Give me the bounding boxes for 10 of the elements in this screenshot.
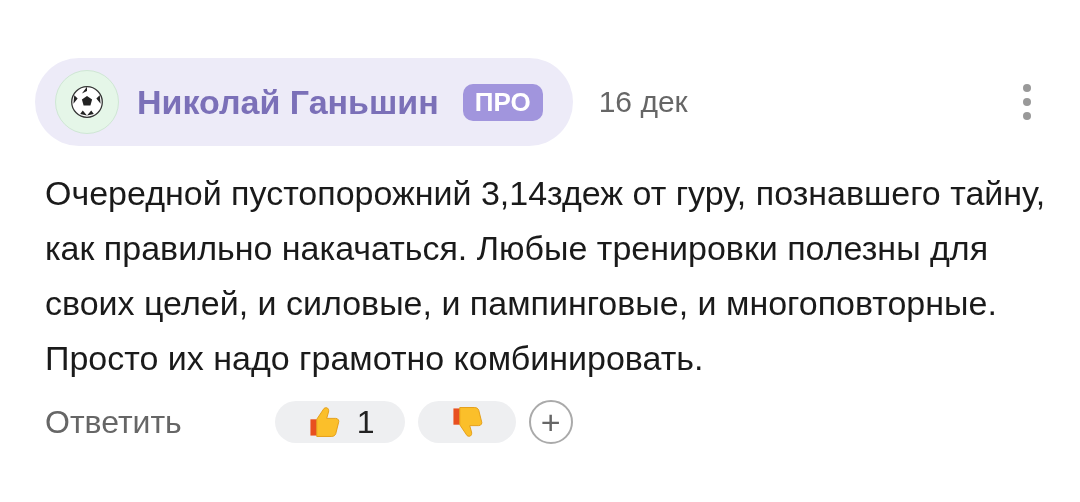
add-reaction-button[interactable]: + — [528, 400, 573, 444]
reply-link[interactable]: Ответить — [45, 403, 182, 441]
pro-badge: ПРО — [462, 83, 543, 121]
soccer-ball-icon — [70, 85, 104, 119]
comment-text: Очередной пустопорожний 3,14здеж от гуру, познавшего тайну, как правильно накачаться. Любые тренировки полезны для своих целей, и силовые, и пампинговые, и многоповторные. Просто их надо грамотно комбинировать. — [45, 173, 1047, 379]
author-name: Николай Ганьшин — [137, 82, 439, 122]
author-chip[interactable]: Николай Ганьшин ПРО — [35, 58, 573, 146]
reaction-button[interactable] — [417, 401, 516, 443]
comment-date: 16 дек — [598, 85, 688, 119]
reaction-button[interactable]: 1 — [274, 401, 405, 443]
